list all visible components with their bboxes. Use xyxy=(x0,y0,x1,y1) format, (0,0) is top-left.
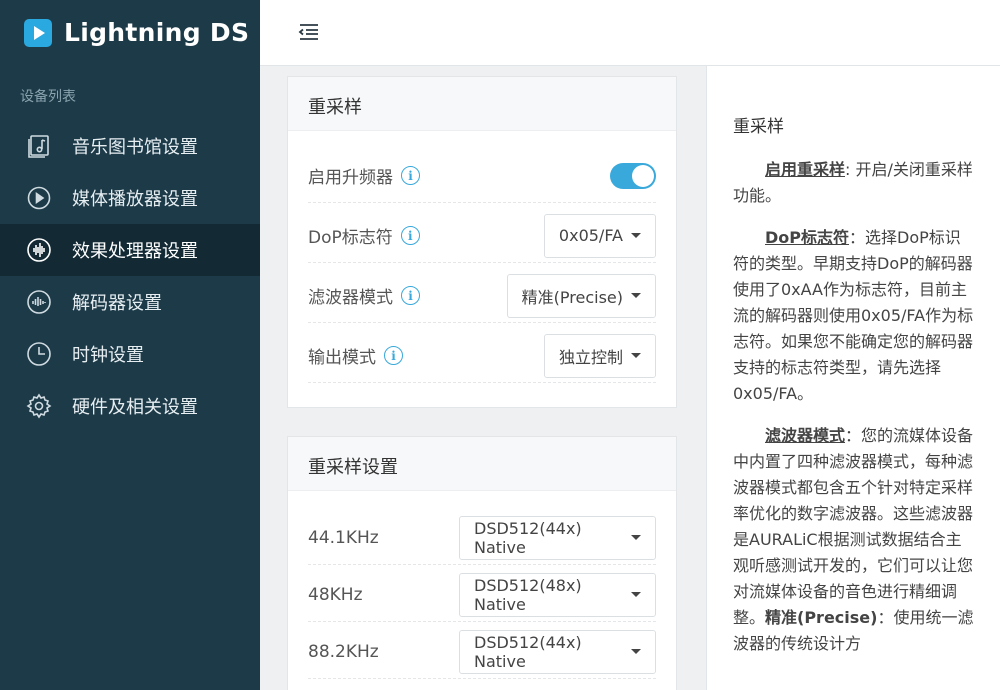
waveform-icon xyxy=(26,237,52,263)
output-mode-select[interactable]: 独立控制 xyxy=(543,333,656,378)
help-text: ：选择DoP标识符的类型。早期支持DoP的解码器使用了0xAA作为标志符，目前主… xyxy=(733,228,974,403)
rate-row-44k: 44.1KHz DSD512(44x) Native xyxy=(308,511,656,565)
card-title: 重采样设置 xyxy=(288,437,676,491)
sidebar-item-effects-processor[interactable]: 效果处理器设置 xyxy=(0,224,260,276)
select-value: 独立控制 xyxy=(558,347,623,367)
menu-collapse-icon[interactable] xyxy=(298,22,320,42)
row-label: 44.1KHz xyxy=(308,527,379,548)
info-icon[interactable]: i xyxy=(400,226,420,245)
caret-down-icon xyxy=(631,592,641,597)
music-library-icon xyxy=(26,133,52,159)
sidebar-section-label: 设备列表 xyxy=(20,89,76,105)
gear-icon xyxy=(26,393,52,419)
play-circle-icon xyxy=(26,185,52,211)
decoder-icon xyxy=(26,289,52,315)
info-icon[interactable]: i xyxy=(401,286,420,305)
sidebar-item-decoder[interactable]: 解码器设置 xyxy=(0,276,260,328)
sidebar-item-label: 效果处理器设置 xyxy=(72,241,198,262)
card-title: 重采样 xyxy=(288,77,676,131)
output-mode-row: 输出模式 i 独立控制 xyxy=(308,329,656,383)
help-term: 滤波器模式 xyxy=(765,426,846,445)
select-value: DSD512(44x) Native xyxy=(474,518,582,557)
sidebar: Lightning DS 设备列表 音乐图书馆设置 媒体播放器设置 效果处理器设… xyxy=(0,0,260,690)
sidebar-item-media-player[interactable]: 媒体播放器设置 xyxy=(0,172,260,224)
row-label: 48KHz xyxy=(308,584,363,605)
help-paragraph: DoP标志符：选择DoP标识符的类型。早期支持DoP的解码器使用了0xAA作为标… xyxy=(733,225,974,407)
dop-marker-select[interactable]: 0x05/FA xyxy=(543,213,656,258)
help-text: ：您的流媒体设备中内置了四种滤波器模式，每种滤波器模式都包含五个针对特定采样率优… xyxy=(733,426,974,627)
sidebar-item-clock[interactable]: 时钟设置 xyxy=(0,328,260,380)
caret-down-icon xyxy=(631,649,641,654)
top-bar xyxy=(260,0,1000,66)
help-paragraph: 启用重采样: 开启/关闭重采样功能。 xyxy=(733,157,974,209)
select-value: 精准(Precise) xyxy=(521,287,623,307)
rate-row-88k: 88.2KHz DSD512(44x) Native xyxy=(308,625,656,679)
upsampler-row: 启用升频器 i xyxy=(308,149,656,203)
filter-mode-select[interactable]: 精准(Precise) xyxy=(506,273,656,318)
row-label: 输出模式 xyxy=(308,348,376,368)
sidebar-item-label: 音乐图书馆设置 xyxy=(72,137,198,158)
app-name: Lightning DS xyxy=(64,18,250,47)
sidebar-item-music-library[interactable]: 音乐图书馆设置 xyxy=(0,120,260,172)
play-logo-icon xyxy=(24,18,52,47)
caret-down-icon xyxy=(631,293,641,298)
caret-down-icon xyxy=(631,353,641,358)
select-value: 0x05/FA xyxy=(558,226,623,245)
select-value: DSD512(48x) Native xyxy=(474,575,582,614)
help-title: 重采样 xyxy=(733,117,784,137)
rate-row-48k: 48KHz DSD512(48x) Native xyxy=(308,568,656,622)
caret-down-icon xyxy=(631,233,641,238)
rate-88k-select[interactable]: DSD512(44x) Native xyxy=(459,629,656,674)
help-paragraph: 滤波器模式：您的流媒体设备中内置了四种滤波器模式，每种滤波器模式都包含五个针对特… xyxy=(733,423,974,657)
brand[interactable]: Lightning DS xyxy=(24,18,249,47)
upsampler-toggle[interactable] xyxy=(610,162,656,189)
rate-44k-select[interactable]: DSD512(44x) Native xyxy=(459,515,656,560)
resampling-settings-card: 重采样设置 44.1KHz DSD512(44x) Native 48KHz D… xyxy=(287,436,677,690)
help-panel: 重采样 启用重采样: 开启/关闭重采样功能。 DoP标志符：选择DoP标识符的类… xyxy=(706,66,1000,690)
info-icon[interactable]: i xyxy=(384,346,403,365)
rate-48k-select[interactable]: DSD512(48x) Native xyxy=(459,572,656,617)
filter-mode-row: 滤波器模式 i 精准(Precise) xyxy=(308,269,656,323)
sidebar-item-label: 硬件及相关设置 xyxy=(72,397,198,418)
sidebar-item-label: 媒体播放器设置 xyxy=(72,189,198,210)
help-term: 启用重采样 xyxy=(765,160,846,179)
help-bold: 精准(Precise) xyxy=(765,608,878,627)
clock-icon xyxy=(26,341,52,367)
sidebar-item-hardware[interactable]: 硬件及相关设置 xyxy=(0,380,260,432)
row-label: 滤波器模式 xyxy=(308,288,393,308)
info-icon[interactable]: i xyxy=(401,166,420,185)
sidebar-menu: 音乐图书馆设置 媒体播放器设置 效果处理器设置 解码器设置 时钟设置 硬件及相关… xyxy=(0,120,260,432)
row-label: 88.2KHz xyxy=(308,641,379,662)
row-label: DoP标志符 xyxy=(308,228,393,248)
row-label: 启用升频器 xyxy=(308,168,393,188)
dop-marker-row: DoP标志符 i 0x05/FA xyxy=(308,209,656,263)
sidebar-item-label: 解码器设置 xyxy=(72,293,162,314)
resampling-card: 重采样 启用升频器 i DoP标志符 i 0x05/FA 滤波器模式 i 精准(… xyxy=(287,76,677,408)
caret-down-icon xyxy=(631,535,641,540)
sidebar-item-label: 时钟设置 xyxy=(72,345,144,366)
select-value: DSD512(44x) Native xyxy=(474,632,582,671)
help-term: DoP标志符 xyxy=(765,228,850,247)
